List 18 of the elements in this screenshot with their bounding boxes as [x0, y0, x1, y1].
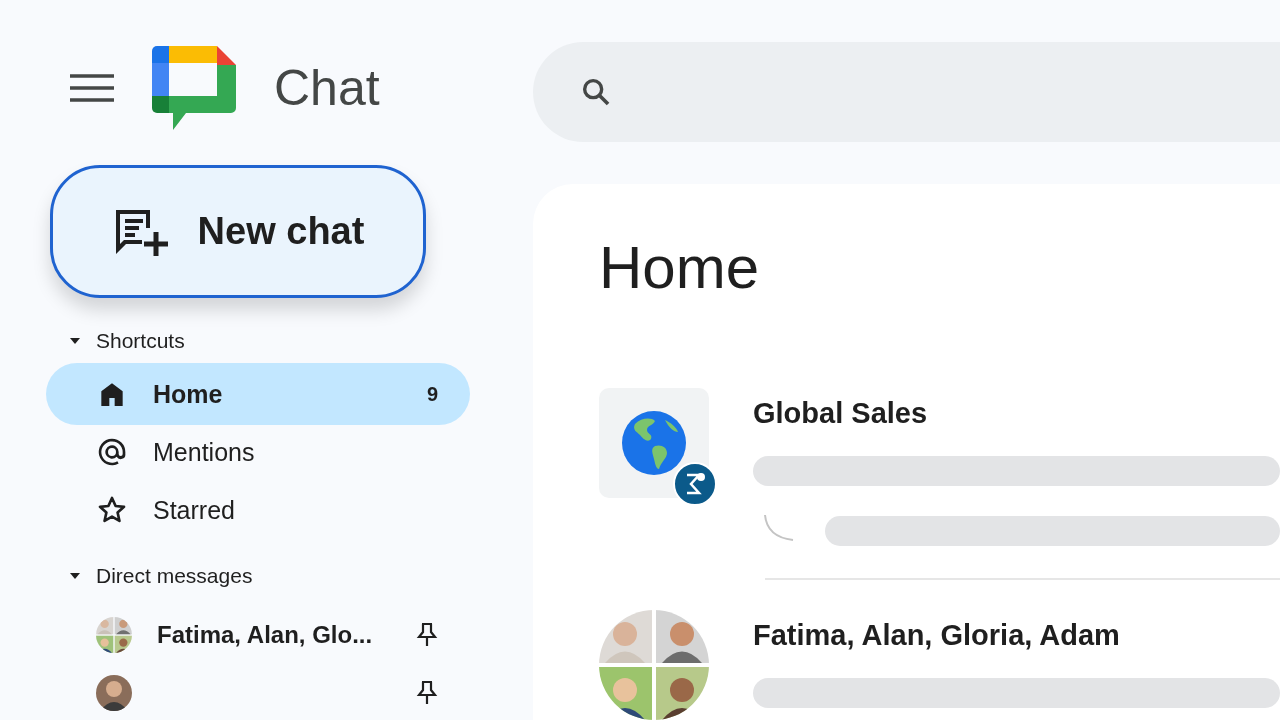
section-heading: Shortcuts — [96, 329, 185, 353]
section-heading: Direct messages — [96, 564, 253, 588]
menu-icon[interactable] — [70, 73, 114, 103]
page-title: Home — [599, 233, 761, 303]
search-field[interactable] — [533, 42, 1280, 142]
conversation-name[interactable]: Fatima, Alan, Gloria, Adam — [753, 610, 1280, 660]
new-chat-button[interactable]: New chat — [50, 165, 426, 298]
pin-icon[interactable] — [416, 622, 438, 648]
at-sign-icon — [96, 436, 128, 468]
conversation-name[interactable]: Global Sales — [753, 388, 1280, 438]
conversation-item[interactable]: Fatima, Alan, Glo... — [46, 604, 470, 666]
globe-icon — [621, 410, 687, 476]
pin-icon[interactable] — [416, 680, 438, 706]
app-title: Chat — [274, 59, 380, 117]
chat-logo-icon — [152, 46, 236, 130]
unread-count: 9 — [426, 382, 438, 406]
nav-item[interactable]: Home 9 — [46, 363, 470, 425]
badge-icon — [673, 462, 717, 506]
